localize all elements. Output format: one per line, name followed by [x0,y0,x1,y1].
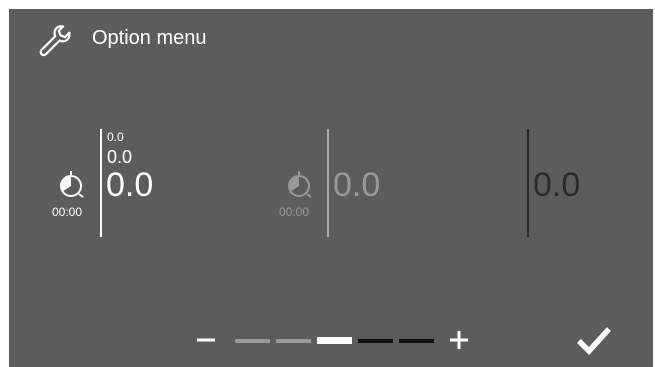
timer-icon [288,171,312,198]
value-small: 0.0 [107,130,124,144]
value-large: 0.0 [533,166,581,204]
level-segment[interactable] [235,339,270,343]
checkmark-icon[interactable] [576,325,612,357]
page-title: Option menu [92,27,207,49]
value-large: 0.0 [333,166,381,204]
timer-label: 00:00 [279,205,310,219]
level-segment[interactable] [358,339,393,343]
value-large: 0.0 [106,166,154,204]
column-divider [327,129,329,237]
timer-icon [60,171,84,198]
minus-button[interactable] [192,326,220,354]
level-segment[interactable] [276,339,311,343]
value-medium: 0.0 [107,147,133,167]
option-menu-screen: Option menu 00:00 0.0 0.0 0.0 00:00 0.0 … [9,9,653,367]
level-segment[interactable] [317,337,352,344]
column-divider [100,129,102,237]
timer-label: 00:00 [52,205,83,219]
wrench-icon [39,25,71,57]
column-divider [527,129,529,237]
level-segment[interactable] [399,339,434,343]
plus-button[interactable] [445,326,473,354]
